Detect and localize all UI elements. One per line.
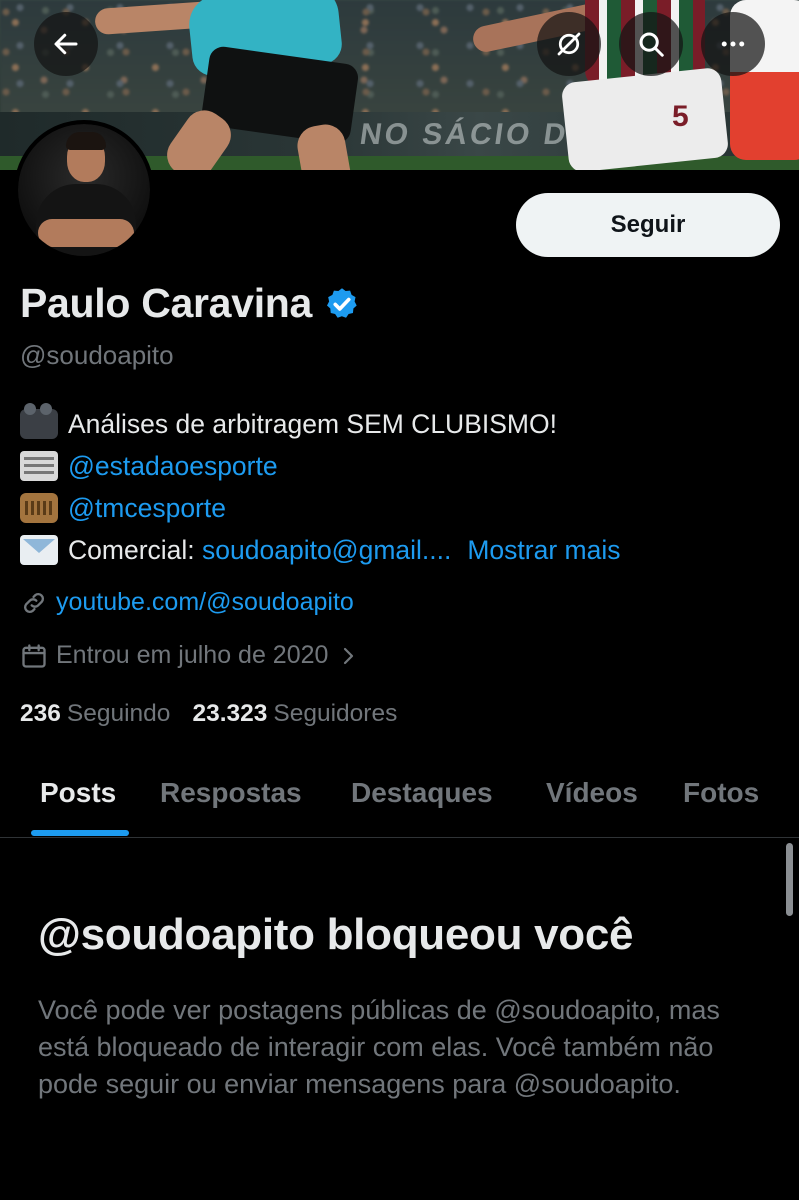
chevron-right-icon [344,647,354,664]
email-icon [20,535,58,565]
profile-avatar[interactable] [14,120,154,260]
arrow-left-icon [54,33,78,55]
verified-badge-icon[interactable] [324,286,360,322]
bio-line: @estadaoesporte [20,445,790,487]
mention-link[interactable]: @tmcesporte [68,487,226,529]
bio-line: Comercial: soudoapito@gmail.... Mostrar … [20,529,790,571]
profile-handle: @soudoapito [20,340,174,370]
profile-bio: Análises de arbitragem SEM CLUBISMO! @es… [20,403,790,571]
profile-name: Paulo Caravina [20,280,313,326]
tab-destaques[interactable]: Destaques [351,777,493,809]
bio-line: Análises de arbitragem SEM CLUBISMO! [20,403,790,445]
avatar-arms [38,219,134,247]
following-count: 236 [20,700,61,727]
followers-label: Seguidores [273,700,398,727]
more-button[interactable] [701,12,765,76]
grok-button[interactable] [537,12,601,76]
following-stat[interactable]: 236 Seguindo [20,700,170,728]
email-link[interactable]: soudoapito@gmail.... [202,529,451,571]
scrollbar[interactable] [786,843,793,916]
banner-player-shorts [560,66,730,170]
grok-icon [557,32,581,56]
bio-text: Comercial: [68,535,203,565]
profile-tabs: Posts Respostas Destaques Vídeos Fotos [0,760,799,838]
back-button[interactable] [34,12,98,76]
radio-icon [20,493,58,523]
active-tab-indicator [31,830,129,836]
search-button[interactable] [619,12,683,76]
bio-line: @tmcesporte [20,487,790,529]
show-more-link[interactable]: Mostrar mais [467,529,620,571]
tab-videos[interactable]: Vídeos [546,777,638,809]
followers-count: 23.323 [192,700,268,727]
calendar-icon [22,643,46,668]
profile-website-row: youtube.com/@soudoapito [20,588,354,617]
blocked-message: Você pode ver postagens públicas de @sou… [38,995,720,1099]
tab-respostas[interactable]: Respostas [160,777,302,809]
mention-link[interactable]: @estadaoesporte [68,445,278,487]
blocked-title: @soudoapito bloqueou você [38,910,634,959]
movie-camera-icon [20,403,58,439]
avatar-photo [18,124,150,256]
followers-stat[interactable]: 23.323 Seguidores [192,700,397,728]
profile-joined-row[interactable]: Entrou em julho de 2020 [20,641,360,670]
link-icon [23,592,45,613]
profile-name-row: Paulo Caravina [20,280,360,327]
banner-player-number: 5 [672,100,689,133]
following-label: Seguindo [66,700,171,727]
website-link[interactable]: youtube.com/@soudoapito [56,588,354,617]
newspaper-icon [20,451,58,481]
profile-stats: 236 Seguindo 23.323 Seguidores [20,700,397,728]
bio-text: Análises de arbitragem SEM CLUBISMO! [68,409,557,439]
search-icon [639,32,664,57]
tab-posts[interactable]: Posts [40,777,116,809]
joined-date: Entrou em julho de 2020 [56,641,329,669]
avatar-hair [66,132,106,150]
follow-button[interactable]: Seguir [516,193,780,257]
tab-fotos[interactable]: Fotos [683,777,759,809]
more-horizontal-icon [721,41,745,47]
